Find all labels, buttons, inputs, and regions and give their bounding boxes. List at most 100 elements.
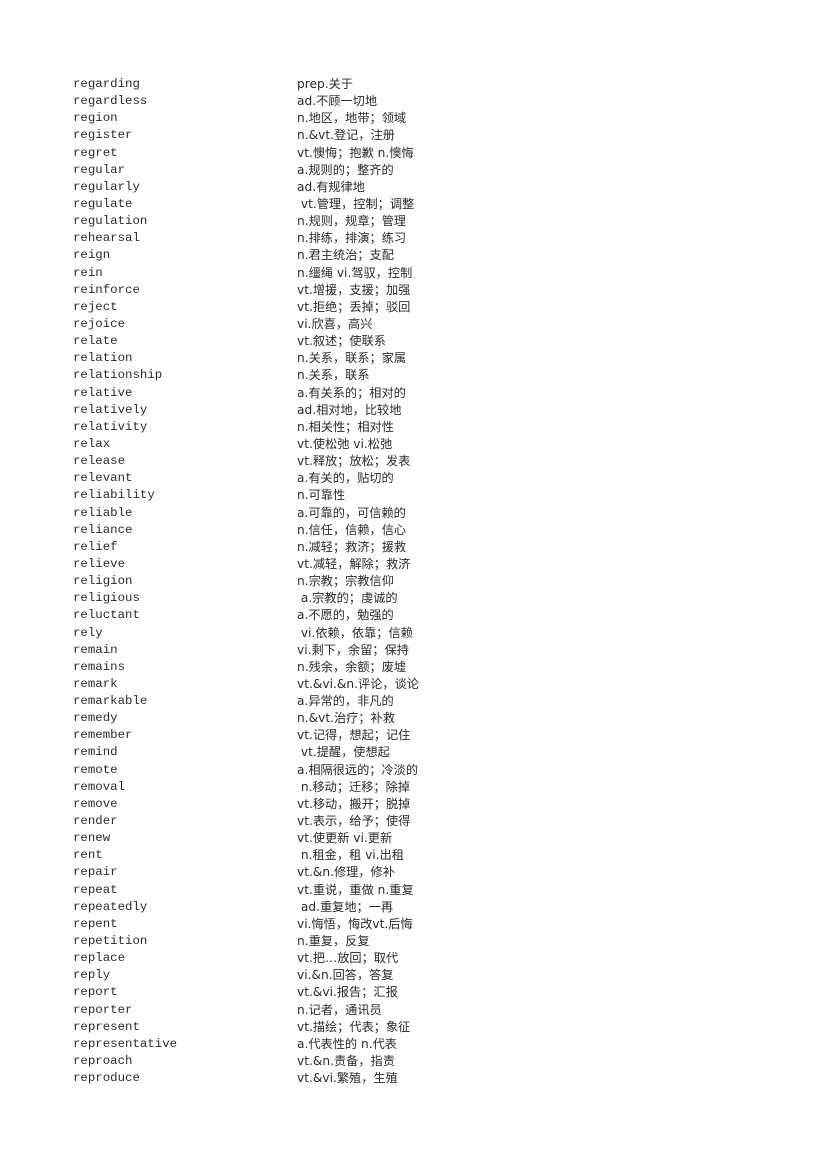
vocabulary-entry-row: region n.地区，地带；领域 [73, 110, 773, 127]
vocabulary-definition: vt.拒绝；丢掉；驳回 [297, 299, 411, 314]
vocabulary-definition: n.信任，信赖，信心 [297, 522, 407, 537]
vocabulary-entry-row: replace vt.把…放回；取代 [73, 950, 773, 967]
vocabulary-definition: a.规则的；整齐的 [297, 162, 394, 177]
vocabulary-definition: vt.&n.责备，指责 [297, 1054, 395, 1069]
vocabulary-definition: vt.使更新 vi.更新 [297, 831, 393, 846]
vocabulary-term: relationship [73, 368, 163, 383]
vocabulary-term: remind [73, 745, 118, 760]
vocabulary-entry-row: reluctant a.不愿的，勉强的 [73, 607, 773, 624]
vocabulary-term: repent [73, 916, 118, 931]
vocabulary-definition: n.排练，排演；练习 [297, 231, 407, 246]
vocabulary-definition: vt.管理，控制；调整 [297, 196, 415, 211]
vocabulary-entry-row: regulate vt.管理，控制；调整 [73, 196, 773, 213]
vocabulary-entry-row: release vt.释放；放松；发表 [73, 453, 773, 470]
vocabulary-definition: vt.移动，搬开；脱掉 [297, 796, 411, 811]
vocabulary-definition: a.代表性的 n.代表 [297, 1036, 397, 1051]
vocabulary-entry-row: regardless ad.不顾一切地 [73, 93, 773, 110]
vocabulary-entry-row: repeatedly ad.重复地；一再 [73, 899, 773, 916]
vocabulary-term: repeat [73, 882, 118, 897]
vocabulary-definition: vt.减轻，解除；救济 [297, 556, 411, 571]
vocabulary-entry-row: religion n.宗教；宗教信仰 [73, 573, 773, 590]
vocabulary-entry-row: relevant a.有关的，贴切的 [73, 470, 773, 487]
vocabulary-term: relax [73, 436, 111, 451]
vocabulary-entry-row: regret vt.懊悔；抱歉 n.懊悔 [73, 145, 773, 162]
vocabulary-definition: ad.重复地；一再 [297, 899, 394, 914]
vocabulary-entry-row: reliable a.可靠的，可信赖的 [73, 505, 773, 522]
vocabulary-term: repair [73, 865, 118, 880]
vocabulary-entry-row: remind vt.提醒，使想起 [73, 744, 773, 761]
vocabulary-entry-row: remedy n.&vt.治疗；补救 [73, 710, 773, 727]
vocabulary-term: regulate [73, 196, 133, 211]
vocabulary-term: remark [73, 676, 118, 691]
vocabulary-entry-row: rent n.租金，租 vi.出租 [73, 847, 773, 864]
vocabulary-definition: vt.描绘；代表；象征 [297, 1019, 411, 1034]
vocabulary-term: reject [73, 299, 118, 314]
vocabulary-term: remote [73, 762, 118, 777]
vocabulary-term: report [73, 985, 118, 1000]
vocabulary-term: relief [73, 539, 118, 554]
vocabulary-definition: n.宗教；宗教信仰 [297, 574, 394, 589]
vocabulary-definition: vt.增援，支援；加强 [297, 282, 411, 297]
vocabulary-entry-row: rein n.缰绳 vi.驾驭，控制 [73, 265, 773, 282]
vocabulary-term: rely [73, 625, 103, 640]
vocabulary-definition: n.残余，余额；废墟 [297, 659, 407, 674]
vocabulary-definition: n.关系，联系 [297, 368, 370, 383]
vocabulary-entry-row: renew vt.使更新 vi.更新 [73, 830, 773, 847]
vocabulary-entry-row: reign n.君主统治；支配 [73, 247, 773, 264]
vocabulary-entry-row: remarkable a.异常的，非凡的 [73, 693, 773, 710]
vocabulary-entry-list: regarding prep.关于 regardless ad.不顾一切地 region… [73, 76, 773, 1087]
vocabulary-entry-row: rely vi.依赖，依靠；信赖 [73, 625, 773, 642]
vocabulary-entry-row: repeat vt.重说，重做 n.重复 [73, 882, 773, 899]
vocabulary-term: relative [73, 385, 133, 400]
vocabulary-entry-row: religious a.宗教的；虔诚的 [73, 590, 773, 607]
vocabulary-definition: n.&vt.治疗；补救 [297, 711, 395, 726]
vocabulary-term: regulation [73, 214, 148, 229]
vocabulary-term: relativity [73, 419, 148, 434]
vocabulary-term: repeatedly [73, 899, 148, 914]
vocabulary-term: repetition [73, 934, 148, 949]
vocabulary-definition: vt.懊悔；抱歉 n.懊悔 [297, 145, 414, 160]
vocabulary-definition: n.相关性；相对性 [297, 419, 394, 434]
vocabulary-term: renew [73, 831, 111, 846]
vocabulary-entry-row: regulation n.规则，规章；管理 [73, 213, 773, 230]
vocabulary-entry-row: render vt.表示，给予；使得 [73, 813, 773, 830]
vocabulary-entry-row: reject vt.拒绝；丢掉；驳回 [73, 299, 773, 316]
vocabulary-entry-row: representative a.代表性的 n.代表 [73, 1036, 773, 1053]
vocabulary-definition: n.&vt.登记，注册 [297, 128, 395, 143]
vocabulary-entry-row: reply vi.&n.回答，答复 [73, 967, 773, 984]
vocabulary-term: regular [73, 162, 126, 177]
vocabulary-definition: vt.叙述；使联系 [297, 334, 386, 349]
vocabulary-definition: a.有关系的；相对的 [297, 385, 406, 400]
vocabulary-definition: ad.相对地，比较地 [297, 402, 402, 417]
vocabulary-definition: n.规则，规章；管理 [297, 214, 407, 229]
vocabulary-term: religious [73, 591, 140, 606]
vocabulary-entry-row: relatively ad.相对地，比较地 [73, 402, 773, 419]
vocabulary-definition: a.不愿的，勉强的 [297, 608, 394, 623]
vocabulary-entry-row: relation n.关系，联系；家属 [73, 350, 773, 367]
vocabulary-entry-row: relate vt.叙述；使联系 [73, 333, 773, 350]
vocabulary-entry-row: relativity n.相关性；相对性 [73, 419, 773, 436]
vocabulary-entry-row: register n.&vt.登记，注册 [73, 127, 773, 144]
vocabulary-term: reliance [73, 522, 133, 537]
vocabulary-entry-row: removal n.移动；迁移；除掉 [73, 779, 773, 796]
vocabulary-entry-row: reporter n.记者，通讯员 [73, 1002, 773, 1019]
vocabulary-definition: vt.&vi.报告；汇报 [297, 985, 398, 1000]
vocabulary-term: relatively [73, 402, 148, 417]
vocabulary-term: representative [73, 1036, 178, 1051]
vocabulary-entry-row: reproach vt.&n.责备，指责 [73, 1053, 773, 1070]
vocabulary-term: release [73, 454, 126, 469]
vocabulary-entry-row: relieve vt.减轻，解除；救济 [73, 556, 773, 573]
vocabulary-entry-row: remote a.相隔很远的；冷淡的 [73, 762, 773, 779]
vocabulary-term: represent [73, 1019, 140, 1034]
vocabulary-definition: vi.悔悟，悔改vt.后悔 [297, 916, 413, 931]
vocabulary-term: reproduce [73, 1071, 140, 1086]
vocabulary-definition: n.可靠性 [297, 488, 346, 503]
vocabulary-definition: ad.不顾一切地 [297, 94, 378, 109]
vocabulary-definition: vt.重说，重做 n.重复 [297, 882, 414, 897]
vocabulary-definition: vt.使松弛 vi.松弛 [297, 436, 393, 451]
vocabulary-definition: prep.关于 [297, 77, 353, 91]
vocabulary-term: reply [73, 968, 111, 983]
vocabulary-term: religion [73, 574, 133, 589]
vocabulary-term: remove [73, 796, 118, 811]
vocabulary-term: regularly [73, 179, 140, 194]
